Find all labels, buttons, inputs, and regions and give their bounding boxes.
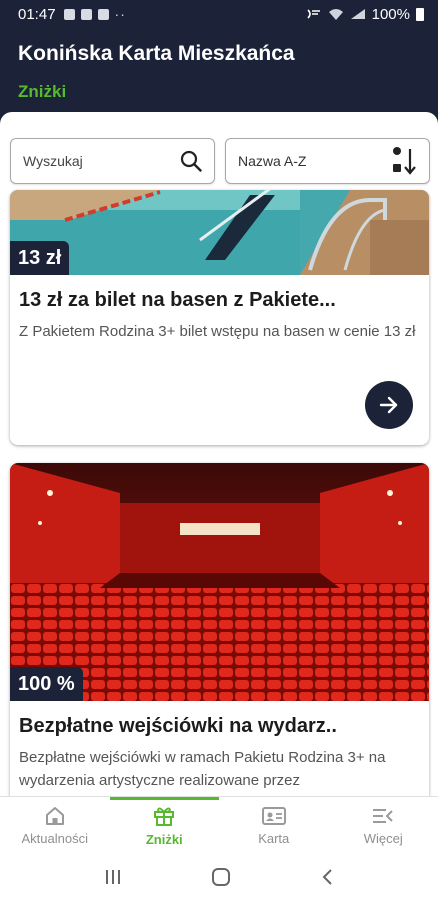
search-field[interactable] [10,138,215,184]
status-left: 01:47 ·· [18,6,126,23]
nav-item-aktualnosci[interactable]: Aktualności [0,797,110,854]
id-card-icon [261,807,286,825]
open-card-button[interactable] [365,381,413,429]
status-time: 01:47 [18,5,56,23]
nav-label: Więcej [363,831,403,846]
pool-image: 13 zł [10,190,429,275]
nav-item-karta[interactable]: Karta [219,797,329,854]
battery-icon [416,7,424,21]
sort-label: Nazwa A-Z [238,153,307,169]
content-area: Nazwa A-Z 1 [0,112,438,796]
battery-percent: 100% [371,5,410,23]
app-header: Konińska Karta Mieszkańca Zniżki [0,28,438,112]
wifi-icon [328,9,343,20]
nav-label: Zniżki [145,832,183,847]
nav-label: Karta [258,831,290,846]
search-input[interactable] [23,153,153,169]
theater-image: 100 % [10,463,429,701]
signal-icon [350,9,365,19]
search-icon[interactable] [180,150,202,172]
gift-icon [154,807,175,826]
status-bar: 01:47 ·· 100% [0,0,438,28]
price-badge: 13 zł [10,241,70,275]
home-button-icon[interactable] [210,866,232,888]
arrow-right-icon [379,396,398,414]
pool-illustration [10,190,429,275]
back-icon[interactable] [319,867,335,887]
page-subtitle: Zniżki [18,82,67,101]
card-title: Bezpłatne wejściówki na wydarz.. [19,715,337,737]
card-title: 13 zł za bilet na basen z Pakiete... [19,289,336,311]
nav-label: Aktualności [21,831,88,846]
discount-card[interactable]: 13 zł 13 zł za bilet na basen z Pakiete.… [10,190,429,445]
status-right: 100% [306,6,424,23]
theater-illustration [10,463,429,701]
nav-item-znizki[interactable]: Zniżki [109,797,220,854]
card-description: Bezpłatne wejściówki w ramach Pakietu Ro… [19,749,386,789]
more-menu-icon [373,809,393,823]
notification-icons: ·· [63,6,126,22]
nav-item-wiecej[interactable]: Więcej [329,797,438,854]
sort-dropdown[interactable]: Nazwa A-Z [225,138,430,184]
recent-apps-icon[interactable] [103,868,123,886]
price-badge: 100 % [10,667,83,701]
card-description: Z Pakietem Rodzina 3+ bilet wstępu na ba… [19,323,416,340]
home-icon [45,807,64,825]
discount-card[interactable]: 100 % Bezpłatne wejściówki na wydarz.. B… [10,463,429,796]
more-notifications-icon: ·· [114,6,126,22]
teams-icon [80,8,92,20]
wifi-call-icon [307,9,320,19]
app-title: Konińska Karta Mieszkańca [18,42,295,65]
download-icon [97,8,109,20]
search-row: Nazwa A-Z [10,138,430,184]
bottom-navigation: Aktualności Zniżki Karta Więcej [0,796,438,854]
system-navigation-bar [0,854,438,900]
gallery-icon [63,8,75,20]
sort-icon [393,147,416,175]
